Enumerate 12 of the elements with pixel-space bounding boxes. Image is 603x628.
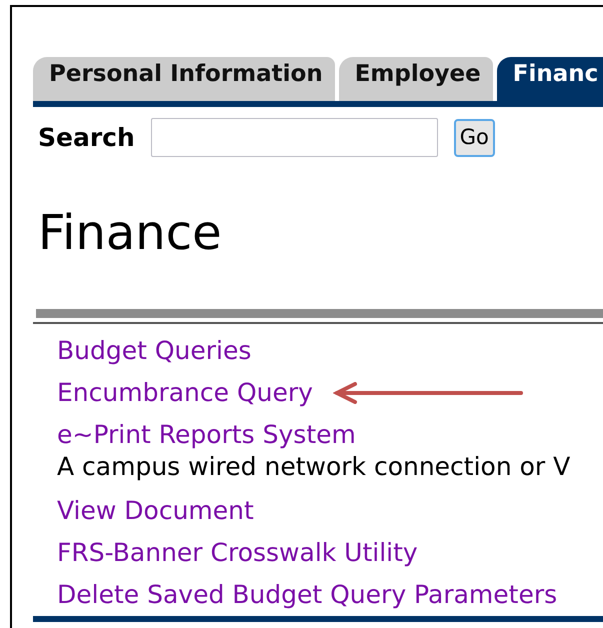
page-heading: Finance xyxy=(38,209,223,257)
nav-link[interactable]: Encumbrance Query xyxy=(57,372,313,414)
nav-link[interactable]: View Document xyxy=(57,490,254,532)
tab[interactable]: Employee xyxy=(338,57,493,101)
nav-link[interactable]: Budget Queries xyxy=(57,330,252,372)
search-label: Search xyxy=(38,122,135,154)
go-button[interactable]: Go xyxy=(454,118,495,156)
tab[interactable]: Personal Information xyxy=(33,57,335,101)
search-field[interactable] xyxy=(150,118,438,157)
tab[interactable]: Financ xyxy=(496,57,603,101)
nav-link[interactable]: Delete Saved Budget Query Parameters xyxy=(57,574,558,616)
nav-link[interactable]: FRS-Banner Crosswalk Utility xyxy=(57,532,418,574)
